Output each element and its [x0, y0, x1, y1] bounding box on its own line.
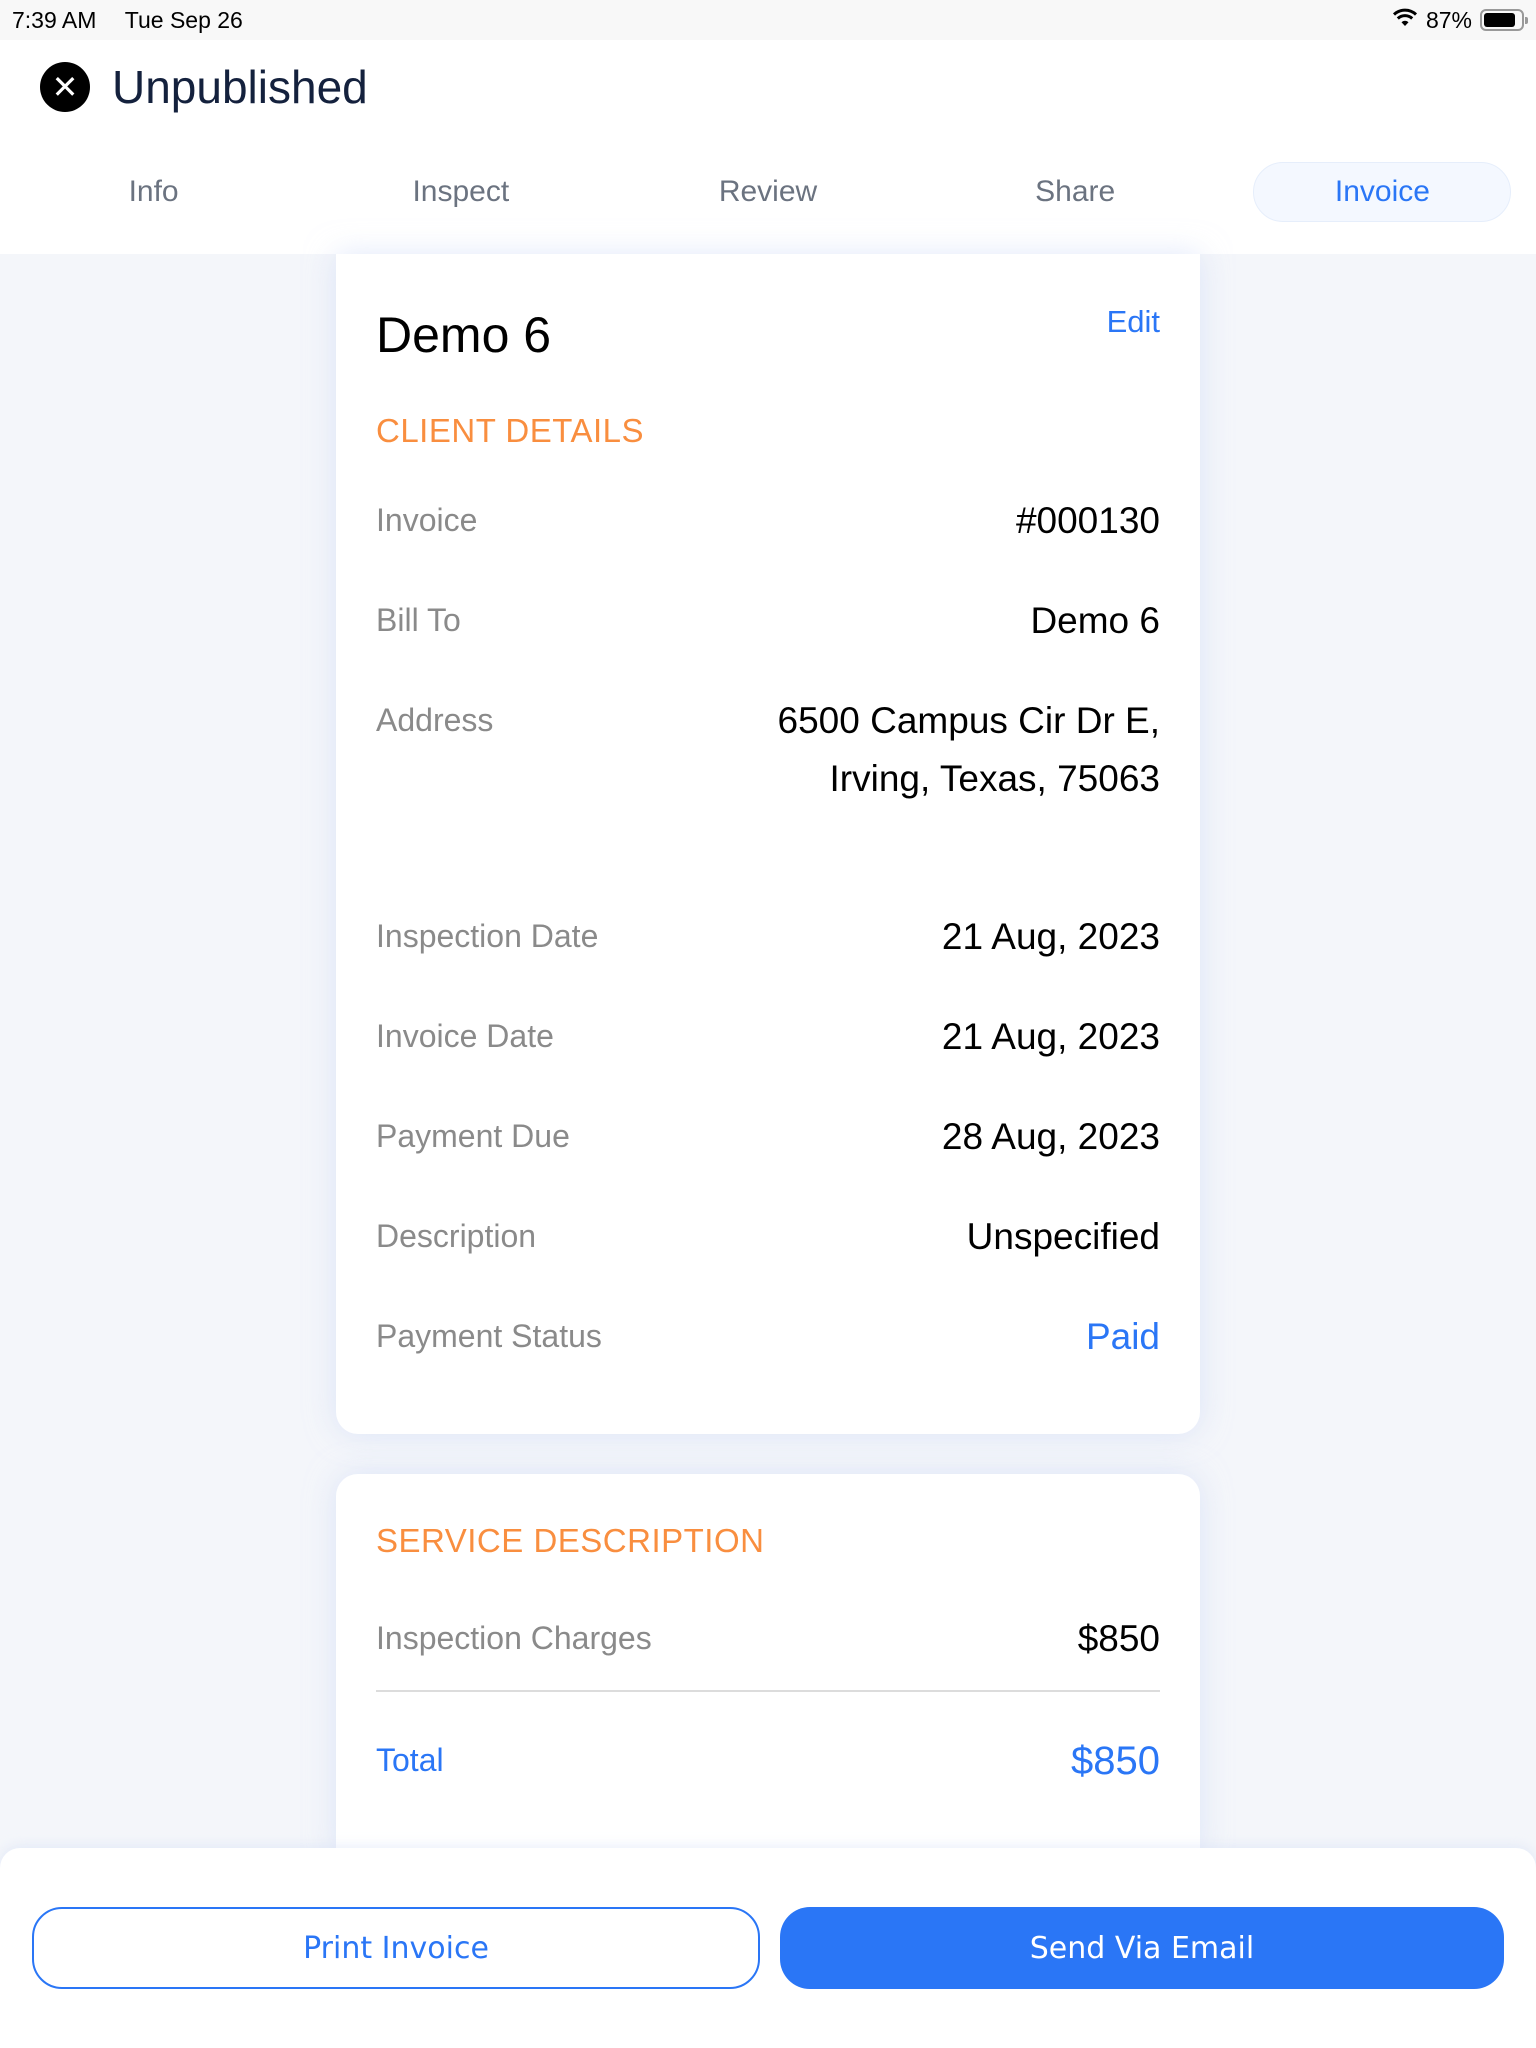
- address-value: 6500 Campus Cir Dr E, Irving, Texas, 750…: [777, 700, 1160, 799]
- detail-label: Address: [376, 702, 494, 738]
- tab-info[interactable]: Info: [0, 162, 307, 222]
- service-label: Inspection Charges: [376, 1620, 652, 1656]
- invoice-date-value: 21 Aug, 2023: [941, 1016, 1160, 1057]
- detail-row-payment-due: Payment Due 28 Aug, 2023: [376, 1116, 1160, 1218]
- detail-row-address: Address 6500 Campus Cir Dr E, Irving, Te…: [376, 700, 1160, 918]
- tab-share[interactable]: Share: [922, 162, 1229, 222]
- card-header: Demo 6 Edit: [376, 254, 1160, 364]
- status-bar: 7:39 AM Tue Sep 26 87%: [0, 0, 1536, 40]
- detail-row-payment-status: Payment Status Paid: [376, 1316, 1160, 1418]
- detail-label: Invoice Date: [376, 1018, 554, 1054]
- tab-bar: Info Inspect Review Share Invoice: [0, 162, 1536, 222]
- close-icon[interactable]: ✕: [40, 62, 90, 112]
- total-amount: $850: [1071, 1739, 1160, 1783]
- app-header: ✕ Unpublished Info Inspect Review Share …: [0, 40, 1536, 254]
- invoice-number: #000130: [1015, 500, 1160, 541]
- action-footer: Print Invoice Send Via Email: [0, 1848, 1536, 2048]
- tab-review[interactable]: Review: [614, 162, 921, 222]
- service-line-item: Inspection Charges $850: [376, 1618, 1160, 1690]
- payment-due-value: 28 Aug, 2023: [941, 1116, 1160, 1157]
- bill-to-value: Demo 6: [1030, 600, 1160, 641]
- client-details-heading: CLIENT DETAILS: [376, 412, 645, 449]
- detail-label: Payment Status: [376, 1318, 602, 1354]
- detail-row-invoice-date: Invoice Date 21 Aug, 2023: [376, 1016, 1160, 1118]
- total-row: Total $850: [376, 1739, 1160, 1790]
- service-description-card: SERVICE DESCRIPTION Inspection Charges $…: [336, 1474, 1200, 1854]
- tab-label: Invoice: [1253, 162, 1512, 222]
- tab-label: Share: [1035, 175, 1116, 208]
- tab-label: Review: [718, 175, 818, 208]
- detail-label: Bill To: [376, 602, 461, 638]
- payment-status-badge: Paid: [1085, 1316, 1160, 1357]
- page-title: Unpublished: [112, 61, 368, 113]
- wifi-icon: [1392, 7, 1418, 34]
- description-value: Unspecified: [966, 1216, 1160, 1257]
- status-time-date: 7:39 AM Tue Sep 26: [12, 7, 243, 34]
- detail-row-invoice: Invoice #000130: [376, 500, 1160, 602]
- battery-icon: [1480, 9, 1528, 31]
- divider: [376, 1690, 1160, 1692]
- client-details-list: Invoice #000130 Bill To Demo 6 Address 6…: [376, 500, 1160, 1418]
- detail-label: Payment Due: [376, 1118, 570, 1154]
- send-via-email-button[interactable]: Send Via Email: [780, 1907, 1504, 1989]
- tab-inspect[interactable]: Inspect: [307, 162, 614, 222]
- tab-label: Info: [128, 175, 179, 208]
- detail-label: Invoice: [376, 502, 478, 538]
- detail-label: Description: [376, 1218, 537, 1254]
- service-description-heading: SERVICE DESCRIPTION: [376, 1522, 765, 1559]
- detail-row-description: Description Unspecified: [376, 1216, 1160, 1318]
- status-time: 7:39 AM: [12, 6, 97, 33]
- status-date: Tue Sep 26: [124, 6, 243, 33]
- client-name: Demo 6: [376, 307, 552, 363]
- print-invoice-button[interactable]: Print Invoice: [32, 1907, 760, 1989]
- invoice-scroll-area[interactable]: Demo 6 Edit CLIENT DETAILS Invoice #0001…: [336, 254, 1200, 1854]
- detail-row-inspection-date: Inspection Date 21 Aug, 2023: [376, 916, 1160, 1018]
- detail-row-bill-to: Bill To Demo 6: [376, 600, 1160, 702]
- tab-label: Inspect: [412, 175, 510, 208]
- service-amount: $850: [1077, 1618, 1160, 1659]
- total-label: Total: [376, 1742, 444, 1778]
- inspection-date-value: 21 Aug, 2023: [941, 916, 1160, 957]
- status-indicators: 87%: [1392, 6, 1528, 34]
- tab-invoice[interactable]: Invoice: [1229, 162, 1536, 222]
- battery-level: [1484, 13, 1516, 27]
- battery-percent: 87%: [1425, 6, 1472, 33]
- edit-button[interactable]: Edit: [1107, 304, 1160, 340]
- title-row: ✕ Unpublished: [40, 60, 368, 114]
- detail-label: Inspection Date: [376, 918, 599, 954]
- client-details-card: Demo 6 Edit CLIENT DETAILS Invoice #0001…: [336, 254, 1200, 1434]
